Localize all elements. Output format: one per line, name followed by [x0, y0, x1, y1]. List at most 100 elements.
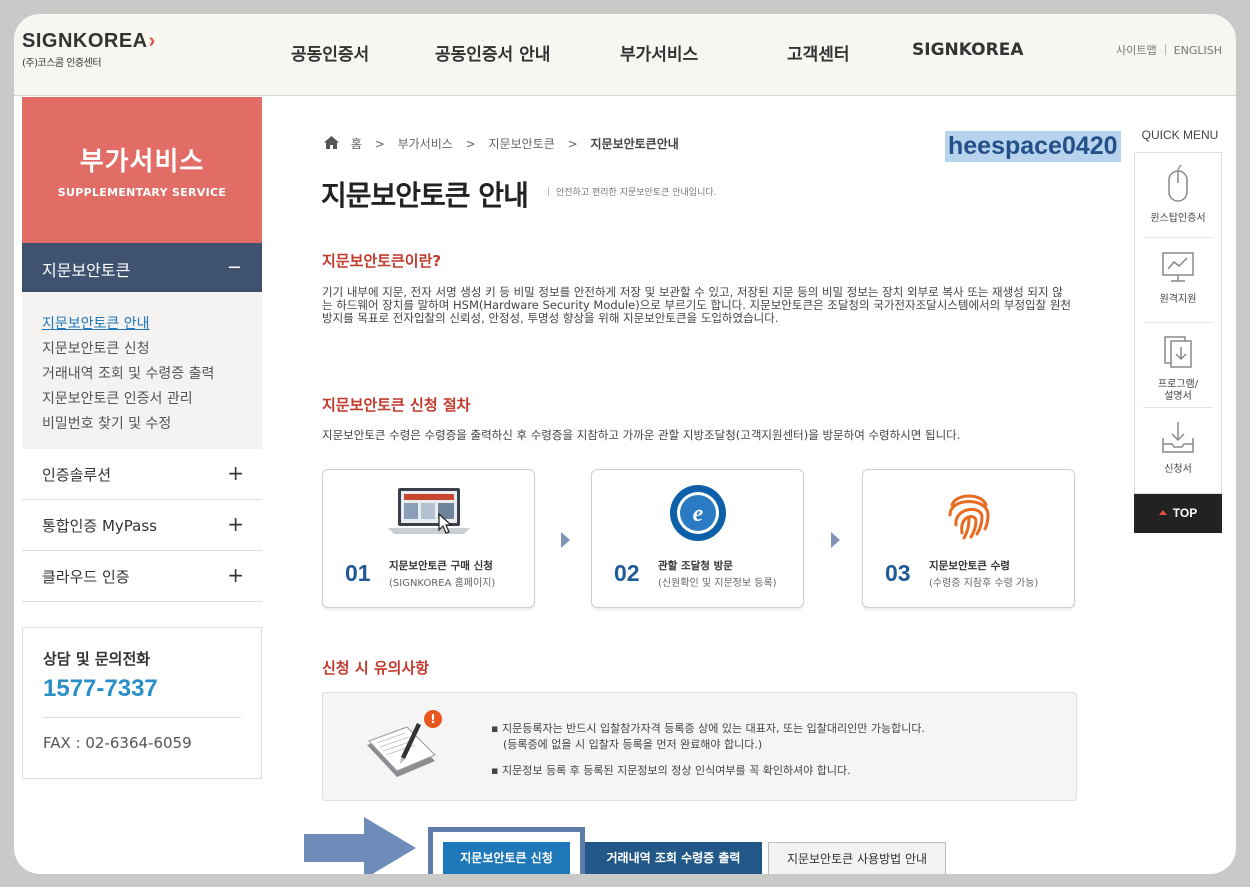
sidebar-item-label: 지문보안토큰 [42, 261, 131, 280]
home-icon[interactable] [324, 135, 339, 153]
sidebar-title-block: 부가서비스 SUPPLEMENTARY SERVICE [22, 97, 262, 243]
sidebar-subtitle: SUPPLEMENTARY SERVICE [57, 186, 227, 199]
breadcrumb-separator: > [374, 137, 385, 151]
step-number: 01 [345, 560, 371, 586]
step-card-3: 03 지문보안토큰 수령 (수령증 지참후 수령 가능) [862, 469, 1075, 608]
expand-icon[interactable]: + [227, 512, 244, 536]
notepad-pen-icon: ! [361, 709, 446, 789]
apply-token-button[interactable]: 지문보안토큰 신청 [443, 842, 570, 874]
quick-item-application[interactable]: 신청서 [1143, 408, 1213, 493]
submenu-item-apply[interactable]: 지문보안토큰 신청 [42, 337, 242, 362]
util-links: 사이트맵 ENGLISH [1116, 42, 1222, 58]
breadcrumb-level1[interactable]: 부가서비스 [398, 137, 453, 151]
sidebar-submenu: 지문보안토큰 안내 지문보안토큰 신청 거래내역 조회 및 수령증 출력 지문보… [22, 292, 262, 449]
util-divider [1164, 44, 1166, 55]
step-number: 02 [614, 560, 640, 586]
step-card-2: e 02 관할 조달청 방문 (신원확인 및 지문정보 등록) [591, 469, 804, 608]
contact-phone: 1577-7337 [43, 675, 158, 702]
page-description-text: 안전하고 편리한 지문보안토큰 안내입니다. [556, 188, 717, 198]
scroll-top-button[interactable]: TOP [1134, 494, 1222, 533]
title-divider [548, 187, 549, 196]
contact-title: 상담 및 문의전화 [43, 650, 151, 668]
sidebar-item-auth-solution[interactable]: 인증솔루션 + [22, 449, 262, 500]
nav-item-certificate[interactable]: 공동인증서 [291, 40, 369, 65]
mouse-icon [1168, 164, 1188, 202]
breadcrumb-level2[interactable]: 지문보안토큰 [489, 137, 555, 151]
step-name: 지문보안토큰 구매 신청 [389, 560, 493, 572]
quick-item-winstop[interactable]: 윈스탑인증서 [1143, 153, 1213, 238]
step-card-1: 01 지문보안토큰 구매 신청 (SIGNKOREA 홈페이지) [322, 469, 535, 608]
sidebar-item-cloud-auth[interactable]: 클라우드 인증 + [22, 551, 262, 602]
quick-menu-title: QUICK MENU [1141, 128, 1219, 142]
usage-guide-button[interactable]: 지문보안토큰 사용방법 안내 [768, 842, 946, 874]
section-text-procedure: 지문보안토큰 수령은 수령증을 출력하신 후 수령증을 지참하고 가까운 관할 … [322, 428, 961, 442]
quick-item-remote[interactable]: 원격지원 [1143, 238, 1213, 323]
section-text-what-is: 기기 내부에 지문, 전자 서명 생성 키 등 비밀 정보를 안전하게 저장 및… [322, 285, 1071, 325]
section-title-what-is: 지문보안토큰이란? [322, 252, 442, 270]
step-name: 관할 조달청 방문 [658, 560, 733, 572]
english-link[interactable]: ENGLISH [1174, 44, 1222, 57]
section-title-notice: 신청 시 유의사항 [322, 659, 430, 677]
sidebar-item-label: 통합인증 MyPass [42, 517, 157, 535]
submenu-item-guide[interactable]: 지문보안토큰 안내 [42, 312, 242, 337]
notice-text: 지문정보 등록 후 등록된 지문정보의 정상 인식여부를 꼭 확인하셔야 합니다… [501, 764, 851, 777]
sitemap-link[interactable]: 사이트맵 [1116, 44, 1156, 57]
quick-item-label: 원격지원 [1159, 294, 1197, 305]
notice-badge: ! [430, 712, 435, 726]
seal-letter: e [692, 501, 703, 527]
sidebar-item-label: 클라우드 인증 [42, 568, 130, 586]
sidebar-item-mypass[interactable]: 통합인증 MyPass + [22, 500, 262, 551]
logo-chevron-icon: › [148, 30, 156, 52]
nav-item-certificate-guide[interactable]: 공동인증서 안내 [435, 40, 550, 65]
fingerprint-icon [863, 482, 1074, 544]
quick-item-label: 신청서 [1164, 464, 1192, 475]
collapse-icon[interactable]: − [227, 257, 242, 278]
logo-subtitle: (주)코스콤 인증센터 [22, 58, 102, 69]
submenu-item-password[interactable]: 비밀번호 찾기 및 수정 [42, 412, 242, 437]
sidebar-item-fingerprint-token[interactable]: 지문보안토큰 − [22, 243, 262, 292]
nav-item-supplementary[interactable]: 부가서비스 [620, 40, 698, 65]
submenu-item-cert-manage[interactable]: 지문보안토큰 인증서 관리 [42, 387, 242, 412]
expand-icon[interactable]: + [227, 461, 244, 485]
nav-item-customer-center[interactable]: 고객센터 [787, 40, 850, 65]
step-arrow-icon [831, 532, 840, 548]
page-description: 안전하고 편리한 지문보안토큰 안내입니다. [548, 185, 717, 198]
breadcrumb-home[interactable]: 홈 [351, 137, 362, 151]
step-arrow-icon [561, 532, 570, 548]
quick-item-program[interactable]: 프로그램/ 설명서 [1143, 323, 1213, 408]
submenu-item-history[interactable]: 거래내역 조회 및 수령증 출력 [42, 362, 242, 387]
notice-text-sub: (등록증에 없을 시 입찰자 등록을 먼저 완료해야 합니다.) [503, 738, 763, 751]
document-download-icon [1164, 336, 1192, 368]
quick-item-label: 윈스탑인증서 [1150, 213, 1206, 224]
step-number: 03 [885, 560, 911, 586]
sidebar: 부가서비스 SUPPLEMENTARY SERVICE 지문보안토큰 − 지문보… [22, 97, 262, 779]
pointer-arrow-icon [304, 817, 416, 874]
notice-box: ! ▪ 지문등록자는 반드시 입찰참가자격 등록증 상에 있는 대표자, 또는 … [322, 692, 1077, 801]
monitor-chart-icon [1162, 252, 1194, 282]
contact-divider [43, 717, 241, 718]
logo-text: SIGNKOREA [22, 30, 148, 52]
step-desc: (수령증 지참후 수령 가능) [929, 578, 1039, 589]
page-title: 지문보안토큰 안내 [321, 179, 529, 212]
sidebar-item-label: 인증솔루션 [42, 466, 112, 484]
nav-item-signkorea[interactable]: SIGNKOREA [912, 40, 1023, 60]
contact-box: 상담 및 문의전화 1577-7337 FAX : 02-6364-6059 [22, 627, 262, 779]
breadcrumb-current: 지문보안토큰안내 [590, 137, 679, 151]
tray-download-icon [1162, 422, 1194, 453]
breadcrumb-separator: > [567, 137, 578, 151]
procurement-seal-icon: e [592, 482, 803, 544]
bullet-icon: ▪ [491, 764, 499, 777]
breadcrumb: 홈 > 부가서비스 > 지문보안토큰 > 지문보안토큰안내 [324, 135, 679, 153]
history-receipt-button[interactable]: 거래내역 조회 수령증 출력 [585, 842, 762, 874]
notice-text: 지문등록자는 반드시 입찰참가자격 등록증 상에 있는 대표자, 또는 입찰대리… [501, 722, 925, 735]
laptop-icon [323, 482, 534, 544]
expand-icon[interactable]: + [227, 563, 244, 587]
signkorea-logo[interactable]: SIGNKOREA› (주)코스콤 인증센터 [22, 30, 156, 69]
bullet-icon: ▪ [491, 722, 499, 735]
step-name: 지문보안토큰 수령 [929, 560, 1010, 572]
top-label: TOP [1172, 506, 1198, 520]
sidebar-title: 부가서비스 [79, 147, 205, 177]
list-item: ▪ 지문등록자는 반드시 입찰참가자격 등록증 상에 있는 대표자, 또는 입찰… [491, 721, 925, 753]
section-title-procedure: 지문보안토큰 신청 절차 [322, 396, 471, 414]
contact-fax: FAX : 02-6364-6059 [43, 734, 192, 752]
